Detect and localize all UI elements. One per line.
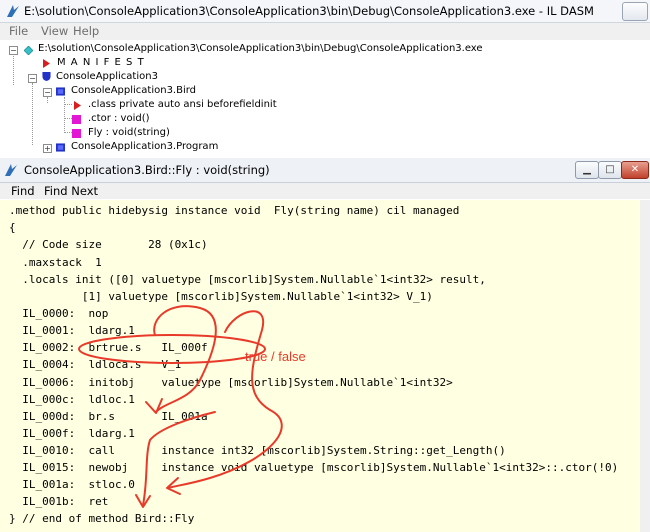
tree-label-fly: Fly : void(string) [88, 127, 170, 138]
shield-icon [42, 72, 51, 81]
code-line: IL_0015: newobj instance void valuetype … [9, 461, 619, 474]
menu-file[interactable]: File [9, 24, 28, 38]
method-menu-bar: Find Find Next [0, 183, 650, 199]
main-title-bar: E:\solution\ConsoleApplication3\ConsoleA… [0, 0, 650, 23]
method-icon [72, 129, 81, 138]
minimize-button[interactable]: ▁ [575, 161, 599, 179]
tree-node-ctor[interactable]: .ctor : void() [0, 113, 650, 127]
code-line: [1] valuetype [mscorlib]System.Nullable`… [9, 290, 433, 303]
code-line: .locals init ([0] valuetype [mscorlib]Sy… [9, 273, 486, 286]
code-line: IL_001b: ret [9, 495, 109, 508]
code-line: IL_0004: ldloca.s V_1 [9, 358, 182, 371]
assembly-tree: − E:\solution\ConsoleApplication3\Consol… [0, 41, 650, 158]
tree-label-bird: ConsoleApplication3.Bird [71, 85, 197, 96]
tree-node-manifest[interactable]: M A N I F E S T [0, 57, 650, 71]
maximize-button[interactable]: □ [598, 161, 622, 179]
tree-label-namespace: ConsoleApplication3 [56, 71, 158, 82]
collapse-icon[interactable]: − [43, 88, 52, 97]
code-line: IL_0010: call instance int32 [mscorlib]S… [9, 444, 506, 457]
tree-node-root[interactable]: − E:\solution\ConsoleApplication3\Consol… [0, 43, 650, 57]
red-triangle-icon [43, 59, 50, 68]
il-code-view[interactable]: .method public hidebysig instance void F… [0, 200, 640, 532]
code-line: IL_0000: nop [9, 307, 109, 320]
code-line: IL_0006: initobj valuetype [mscorlib]Sys… [9, 376, 453, 389]
method-title-bar: ConsoleApplication3.Bird::Fly : void(str… [0, 158, 650, 183]
tree-node-class-info[interactable]: .class private auto ansi beforefieldinit [0, 99, 650, 113]
main-window-title: E:\solution\ConsoleApplication3\ConsoleA… [24, 4, 594, 18]
menu-view[interactable]: View [41, 24, 68, 38]
menu-find-next[interactable]: Find Next [44, 184, 98, 198]
class-icon [56, 143, 65, 152]
menu-find[interactable]: Find [11, 184, 35, 198]
code-line: } // end of method Bird::Fly [9, 512, 195, 525]
il-dasm-icon [7, 5, 19, 17]
main-menu-bar: File View Help [0, 23, 650, 40]
collapse-icon[interactable]: − [28, 74, 37, 83]
menu-help[interactable]: Help [73, 24, 99, 38]
restore-button[interactable] [622, 2, 648, 21]
tree-node-program[interactable]: + ConsoleApplication3.Program [0, 141, 650, 155]
code-line: { [9, 221, 16, 234]
code-line: IL_0001: ldarg.1 [9, 324, 135, 337]
code-line: IL_0002: brtrue.s IL_000f [9, 341, 208, 354]
code-line: IL_000c: ldloc.1 [9, 393, 135, 406]
tree-node-bird[interactable]: − ConsoleApplication3.Bird [0, 85, 650, 99]
tree-label-class-info: .class private auto ansi beforefieldinit [88, 99, 277, 110]
close-button[interactable]: ✕ [621, 161, 649, 179]
method-window-title: ConsoleApplication3.Bird::Fly : void(str… [24, 163, 270, 177]
class-icon [56, 87, 65, 96]
code-line: IL_000d: br.s IL_001a [9, 410, 208, 423]
tree-label-ctor: .ctor : void() [88, 113, 150, 124]
method-window: ConsoleApplication3.Bird::Fly : void(str… [0, 158, 650, 532]
code-line: IL_000f: ldarg.1 [9, 427, 135, 440]
tree-label-manifest: M A N I F E S T [57, 57, 145, 68]
tree-label-root: E:\solution\ConsoleApplication3\ConsoleA… [38, 43, 483, 54]
code-line: // Code size 28 (0x1c) [9, 238, 208, 251]
il-dasm-main-window: E:\solution\ConsoleApplication3\ConsoleA… [0, 0, 650, 158]
code-line: .maxstack 1 [9, 256, 102, 269]
tree-node-namespace[interactable]: − ConsoleApplication3 [0, 71, 650, 85]
code-line: .method public hidebysig instance void F… [9, 204, 460, 217]
expand-icon[interactable]: + [43, 144, 52, 153]
collapse-icon[interactable]: − [9, 46, 18, 55]
method-icon [72, 115, 81, 124]
tree-label-program: ConsoleApplication3.Program [71, 141, 219, 152]
code-line: IL_001a: stloc.0 [9, 478, 135, 491]
tree-node-fly[interactable]: Fly : void(string) [0, 127, 650, 141]
red-triangle-icon [74, 101, 81, 110]
il-dasm-icon [5, 164, 17, 176]
diamond-icon [24, 46, 33, 55]
vertical-scrollbar[interactable] [640, 200, 650, 532]
